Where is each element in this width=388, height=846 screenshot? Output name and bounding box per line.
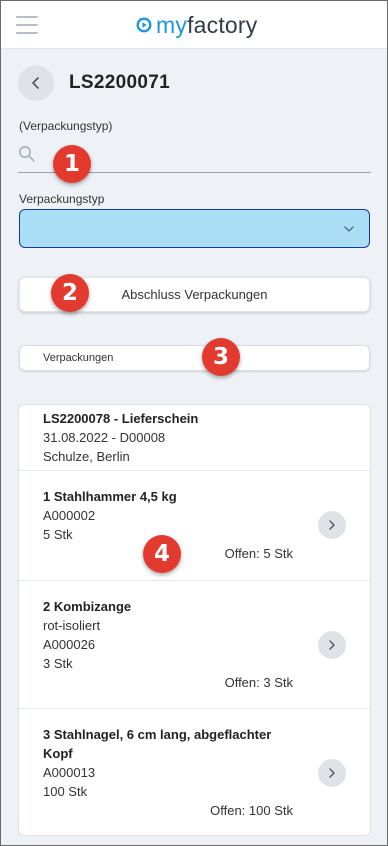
- item-open-quantity: Offen: 3 Stk: [224, 675, 293, 690]
- annotation-marker-1: 1: [53, 145, 91, 183]
- item-detail-button[interactable]: [318, 759, 346, 787]
- brand-logo: myfactory: [136, 11, 258, 39]
- abschluss-verpackungen-label: Abschluss Verpackungen: [121, 287, 268, 302]
- delivery-card: LS2200078 - Lieferschein 31.08.2022 - D0…: [18, 404, 371, 836]
- item-name-line2: Kopf: [43, 746, 73, 761]
- delivery-customer: Schulze, Berlin: [43, 449, 130, 464]
- search-icon: [19, 146, 35, 162]
- item-detail: rot-isoliert: [43, 618, 101, 633]
- play-circle-icon: [136, 17, 152, 33]
- list-item[interactable]: 3 Stahlnagel, 6 cm lang, abgeflachter Ko…: [19, 709, 370, 835]
- item-article-no: A000013: [43, 765, 96, 780]
- chevron-down-icon: [344, 226, 354, 232]
- brand-name: myfactory: [156, 11, 258, 38]
- chevron-right-icon: [329, 520, 335, 530]
- item-open-quantity: Offen: 5 Stk: [224, 546, 293, 561]
- item-detail-button[interactable]: [318, 631, 346, 659]
- annotation-marker-2: 2: [51, 274, 89, 312]
- delivery-title: LS2200078 - Lieferschein: [43, 411, 199, 426]
- delivery-date: 31.08.2022 - D00008: [43, 430, 166, 445]
- annotation-marker-3: 3: [202, 338, 240, 376]
- chevron-right-icon: [329, 768, 335, 778]
- item-quantity: 100 Stk: [43, 784, 88, 799]
- verpackungen-button[interactable]: Verpackungen: [19, 345, 370, 371]
- chevron-left-icon: [32, 77, 39, 89]
- top-bar: myfactory: [1, 1, 387, 49]
- annotation-marker-4: 4: [143, 535, 181, 573]
- item-name-line1: 3 Stahlnagel, 6 cm lang, abgeflachter: [43, 727, 272, 742]
- page-title: LS2200071: [69, 72, 170, 93]
- hamburger-icon[interactable]: [16, 16, 38, 34]
- search-label: (Verpackungstyp): [19, 119, 113, 133]
- verpackungen-label: Verpackungen: [43, 352, 114, 364]
- item-name: 1 Stahlhammer 4,5 kg: [43, 489, 177, 504]
- delivery-header[interactable]: LS2200078 - Lieferschein 31.08.2022 - D0…: [19, 405, 370, 471]
- item-name: 2 Kombizange: [43, 599, 132, 614]
- search-input[interactable]: [44, 143, 364, 169]
- back-button[interactable]: [18, 65, 54, 101]
- item-quantity: 3 Stk: [43, 656, 73, 671]
- item-article-no: A000002: [43, 508, 96, 523]
- chevron-right-icon: [329, 640, 335, 650]
- list-item[interactable]: 2 Kombizange rot-isoliert A000026 3 Stk …: [19, 581, 370, 709]
- item-quantity: 5 Stk: [43, 527, 73, 542]
- item-detail-button[interactable]: [318, 511, 346, 539]
- app-frame: myfactory LS2200071 (Verpackungstyp) Ver…: [0, 0, 388, 846]
- item-article-no: A000026: [43, 637, 96, 652]
- list-item[interactable]: 1 Stahlhammer 4,5 kg A000002 5 Stk Offen…: [19, 471, 370, 581]
- item-open-quantity: Offen: 100 Stk: [210, 803, 293, 818]
- packaging-type-label: Verpackungstyp: [19, 192, 105, 206]
- packaging-type-select[interactable]: [19, 209, 370, 248]
